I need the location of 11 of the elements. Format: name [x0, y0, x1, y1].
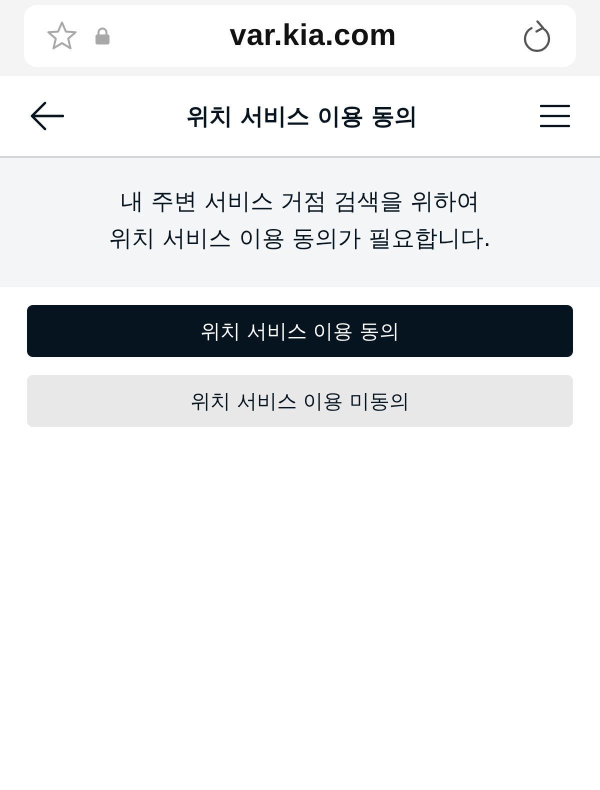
disagree-button[interactable]: 위치 서비스 이용 미동의	[27, 375, 573, 427]
url-text: var.kia.com	[228, 19, 398, 53]
notice-text: 내 주변 서비스 거점 검색을 위하여 위치 서비스 이용 동의가 필요합니다.	[108, 188, 492, 254]
agree-button[interactable]: 위치 서비스 이용 동의	[27, 305, 573, 357]
reload-icon[interactable]	[522, 20, 552, 52]
menu-icon[interactable]	[540, 104, 570, 128]
star-icon[interactable]	[46, 20, 78, 52]
back-arrow-icon[interactable]	[30, 101, 64, 131]
page-title: 위치 서비스 이용 동의	[185, 102, 419, 132]
lock-icon	[95, 27, 110, 45]
address-bar[interactable]: var.kia.com	[24, 5, 576, 67]
